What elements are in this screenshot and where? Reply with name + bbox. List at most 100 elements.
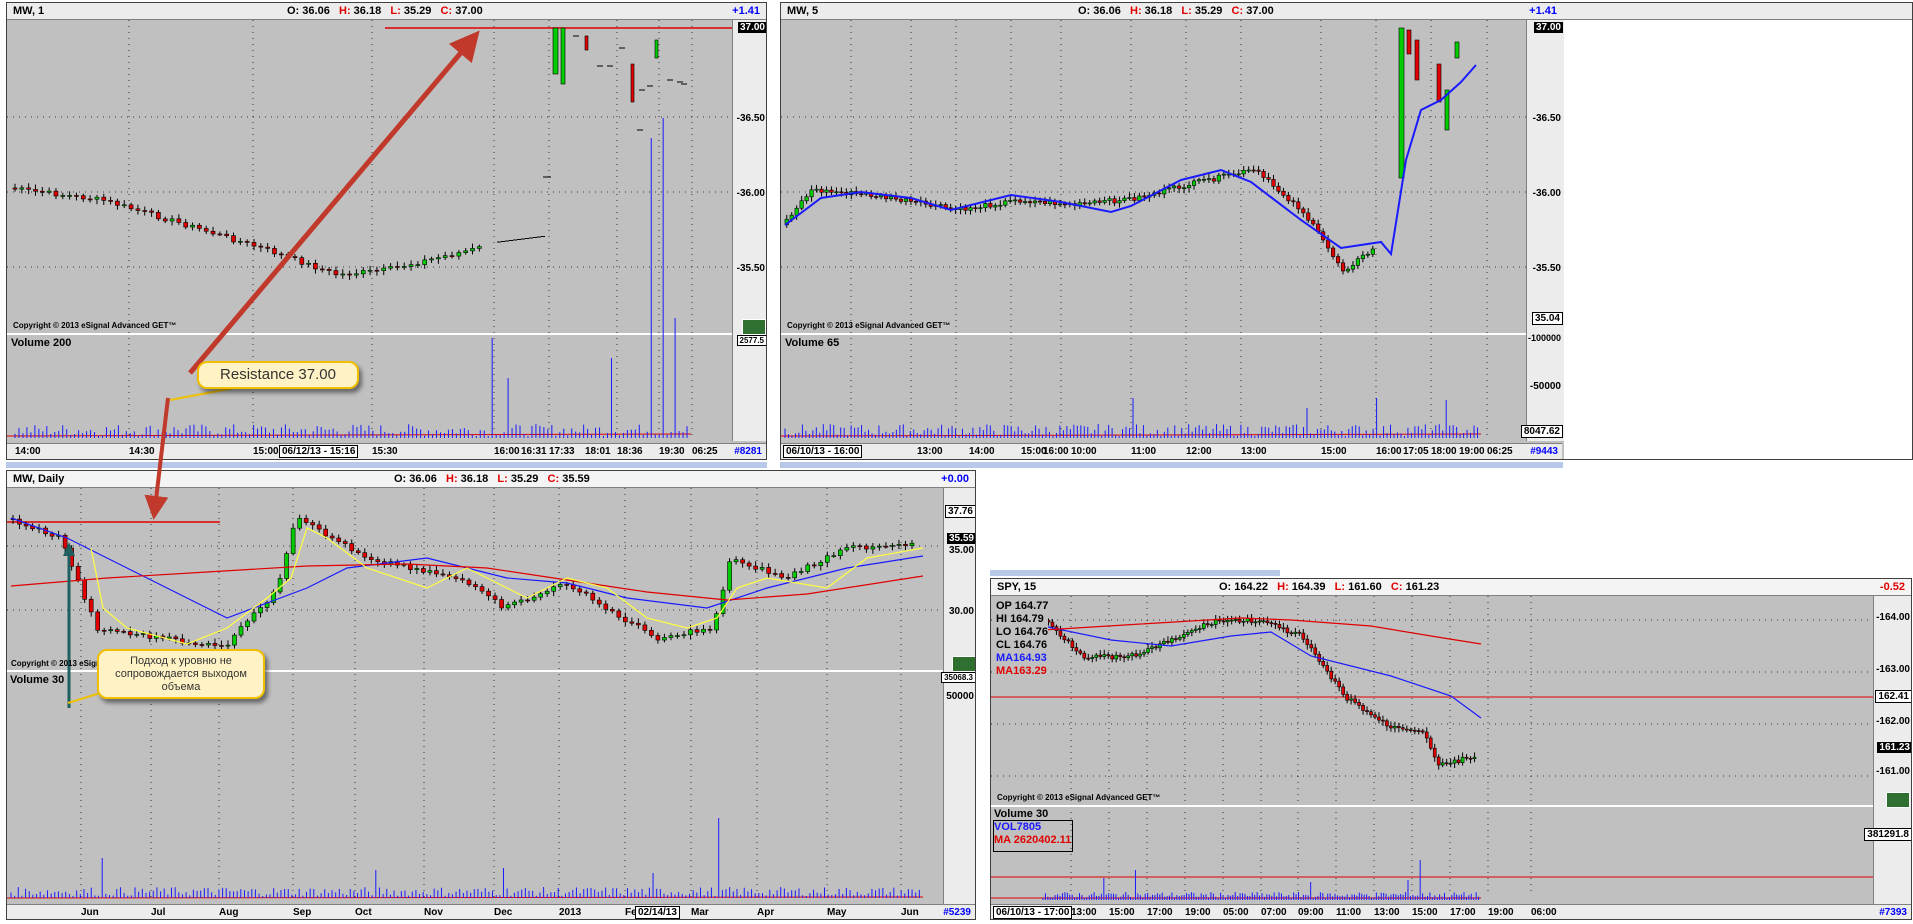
volume-note-callout[interactable]: Подход к уровню не сопровождается выходо… [97, 649, 265, 699]
ohlc-readout: O: 36.06 H: 36.18 L: 35.29 C: 37.00 [1078, 5, 1274, 17]
candle [560, 27, 566, 85]
candle [798, 571, 804, 573]
chart-panel-spy-15min[interactable]: SPY, 15 O: 164.22 H: 164.39 L: 161.60 C:… [990, 578, 1912, 920]
candle [1157, 192, 1162, 195]
candle [1424, 731, 1429, 739]
time-tick: 18:36 [617, 446, 643, 457]
candle [889, 196, 894, 200]
candle [557, 584, 563, 588]
candle [1293, 631, 1298, 634]
change-value: +1.41 [1529, 5, 1557, 17]
time-tick: Sep [293, 907, 312, 918]
time-tick: 18:01 [585, 446, 611, 457]
candle [819, 188, 824, 193]
price-chart-area[interactable] [991, 596, 1873, 904]
vol-axis-box: 35068.3 [941, 672, 975, 683]
candle [740, 559, 745, 564]
candle [829, 189, 834, 193]
candle [512, 601, 517, 606]
candle [811, 564, 817, 567]
horizontal-scrollbar[interactable] [990, 570, 1280, 576]
time-tick: 09:00 [1298, 907, 1324, 918]
chart-panel-mw-5min[interactable]: MW, 5 O: 36.06 H: 36.18 L: 35.29 C: 37.0… [780, 2, 1913, 460]
candle [978, 207, 983, 210]
candle [75, 566, 81, 581]
time-tick: Jun [81, 907, 99, 918]
candle [864, 545, 869, 550]
moving-average-line [784, 64, 1477, 257]
candle [814, 188, 819, 191]
time-axis[interactable]: 06/10/13 - 17:00 13:00 15:00 17:00 19:00… [991, 904, 1911, 919]
candle [292, 256, 298, 258]
candle [219, 645, 224, 647]
ohlc-legend: OP 164.77 HI 164.79 LO 164.76 CL 164.76 … [996, 600, 1049, 678]
candle [1082, 652, 1087, 659]
time-axis[interactable]: 14:00 14:30 15:00 06/12/13 - 15:16 15:30… [7, 443, 766, 459]
candle [473, 584, 478, 587]
candle [1301, 208, 1306, 214]
candle [101, 629, 107, 632]
price-axis[interactable]: 37.00 -36.50 -36.00 -35.50 -3 2577.5 [732, 20, 766, 441]
candle [1266, 177, 1271, 180]
candle [551, 586, 556, 592]
price-axis[interactable]: -164.00 -163.00 162.41 -162.00 161.23 -1… [1864, 596, 1911, 904]
resistance-callout[interactable]: Resistance 37.00 [197, 361, 359, 389]
candle [616, 610, 622, 618]
time-cursor-stamp: 06/10/13 - 16:00 [783, 445, 863, 458]
candle [142, 210, 148, 212]
volume-ma-line [7, 896, 924, 899]
candle [1216, 174, 1221, 182]
candle [1357, 702, 1361, 706]
candle [1162, 641, 1166, 645]
chart-settings-icon[interactable] [742, 319, 766, 335]
candle [40, 190, 45, 193]
time-tick: 14:00 [969, 446, 995, 457]
candle [251, 612, 257, 622]
time-axis[interactable]: Jun Jul Aug Sep Oct Nov Dec 2013 Fe 02/1… [7, 904, 975, 919]
candle [1062, 203, 1067, 206]
candle [746, 562, 752, 567]
horizontal-scrollbar[interactable] [780, 462, 1563, 468]
chart-settings-icon[interactable] [952, 656, 975, 672]
symbol-label: MW, 1 [13, 5, 45, 17]
y-tick-label: -36.00 [1532, 188, 1561, 199]
time-tick: 14:00 [15, 446, 41, 457]
horizontal-scrollbar[interactable] [6, 462, 767, 468]
ohlc-readout: O: 36.06 H: 36.18 L: 35.29 C: 37.00 [287, 5, 483, 17]
candle [442, 255, 448, 258]
candle [1337, 680, 1341, 688]
candle [1365, 710, 1369, 712]
candle [1246, 169, 1251, 172]
candle [1225, 619, 1230, 623]
candle [362, 552, 368, 558]
candle [1281, 190, 1286, 196]
price-axis[interactable]: 37.00 -36.50 -36.00 -35.50 35.04 -100000… [1520, 20, 1565, 441]
price-axis[interactable]: 37.76 35.59 35.00 30.00 35068.3 50000 [941, 488, 975, 904]
candle [1174, 638, 1178, 640]
candle [1191, 180, 1197, 186]
chart-settings-icon[interactable] [1886, 792, 1910, 808]
chart-title-bar: SPY, 15 O: 164.22 H: 164.39 L: 161.60 C:… [991, 579, 1911, 596]
candle [1070, 640, 1075, 648]
candle [649, 630, 654, 636]
candle [596, 599, 602, 605]
candle [1003, 200, 1008, 206]
time-axis[interactable]: 06/10/13 - 16:00 13:00 14:00 15:00 16:00… [781, 443, 1562, 459]
candle [1440, 762, 1445, 766]
candle [26, 187, 31, 190]
candle [360, 270, 366, 275]
candle [115, 200, 120, 206]
candle [429, 258, 434, 261]
price-chart-area[interactable] [7, 20, 732, 460]
chart-panel-mw-1min[interactable]: MW, 1 O: 36.06 H: 36.18 L: 35.29 C: 37.0… [6, 2, 767, 460]
price-chart-area[interactable] [7, 488, 943, 920]
price-chart-area[interactable] [781, 20, 1526, 460]
copyright-text: Copyright © 2013 eSignal Advanced GET™ [13, 321, 177, 330]
candle [244, 241, 250, 243]
candle [1301, 632, 1306, 640]
candle [1436, 756, 1441, 766]
candle [636, 622, 641, 626]
candle [290, 527, 296, 554]
candle [1134, 653, 1138, 657]
candle [1413, 729, 1417, 732]
